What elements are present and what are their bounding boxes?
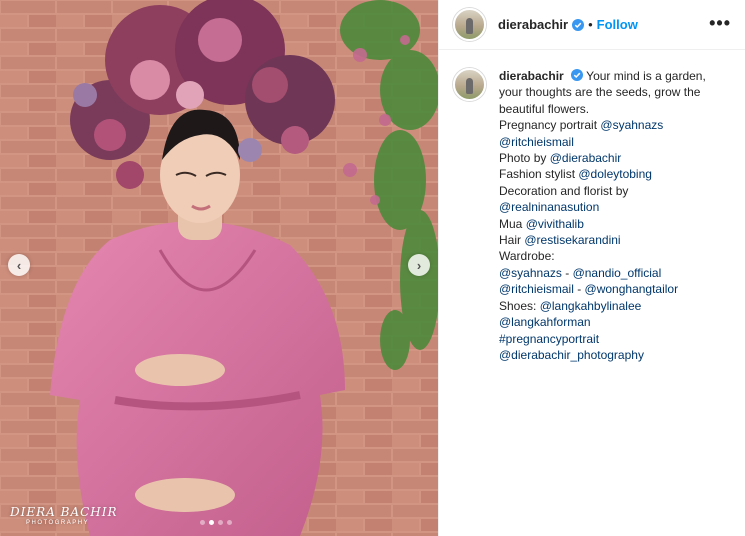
caption-label: Wardrobe: [499, 249, 555, 264]
caption-line: @ritchieismail [499, 134, 731, 150]
verified-badge-icon [572, 18, 585, 31]
post-photo[interactable]: ‹ › DIERA BACHIR PHOTOGRAPHY [0, 0, 438, 536]
more-options-icon[interactable]: ••• [709, 14, 731, 32]
mention-link[interactable]: @syahnazs [499, 266, 562, 280]
photo-illustration [0, 0, 438, 536]
verified-badge-icon [571, 69, 584, 81]
caption-label: Fashion stylist [499, 167, 576, 182]
watermark-name: DIERA BACHIR [10, 505, 118, 519]
caption-line: @realninanasution [499, 199, 731, 215]
slide-dot [200, 520, 205, 525]
mention-link[interactable]: @vivithalib [526, 217, 584, 231]
slide-dot-active [209, 520, 214, 525]
caption-line: Hair @restisekarandini [499, 232, 731, 248]
caption-line: @dierabachir_photography [499, 347, 731, 363]
mention-link[interactable]: @syahnazs [600, 118, 663, 132]
mention-link[interactable]: @langkahforman [499, 315, 591, 329]
caption-line: Pregnancy portrait @syahnazs [499, 117, 731, 133]
caption-line: #pregnancyportrait [499, 331, 731, 347]
mention-link[interactable]: @dierabachir_photography [499, 348, 644, 362]
next-slide-button[interactable]: › [408, 254, 430, 276]
previous-slide-button[interactable]: ‹ [8, 254, 30, 276]
post-side-panel: dierabachir • Follow ••• dierabachir You… [438, 0, 745, 536]
caption-label: Shoes: [499, 298, 537, 313]
caption-line: Fashion stylist @doleytobing [499, 166, 731, 182]
caption-text: dierabachir Your mind is a garden, your … [499, 68, 731, 363]
photo-watermark: DIERA BACHIR PHOTOGRAPHY [10, 505, 118, 526]
caption-line: Decoration and florist by [499, 183, 731, 199]
mention-link[interactable]: @ritchieismail [499, 282, 574, 296]
caption-comment: dierabachir Your mind is a garden, your … [439, 50, 745, 363]
dash-separator: - [573, 282, 585, 297]
caption-label: Decoration and florist by [499, 183, 629, 198]
mention-link[interactable]: @ritchieismail [499, 135, 574, 149]
mention-link[interactable]: @langkahbylinalee [540, 299, 642, 313]
mention-link[interactable]: @realninanasution [499, 200, 599, 214]
caption-line: Mua @vivithalib [499, 216, 731, 232]
mention-link[interactable]: @restisekarandini [524, 233, 620, 247]
caption-line: @syahnazs - @nandio_official [499, 265, 731, 281]
caption-line: Shoes: @langkahbylinalee [499, 298, 731, 314]
avatar[interactable] [453, 68, 486, 101]
caption-line: Photo by @dierabachir [499, 150, 731, 166]
chevron-right-icon: › [416, 257, 422, 273]
mention-link[interactable]: @wonghangtailor [585, 282, 679, 296]
slide-indicator [200, 520, 232, 525]
mention-link[interactable]: @nandio_official [573, 266, 662, 280]
caption-line: @langkahforman [499, 314, 731, 330]
caption-label: Hair [499, 233, 522, 248]
chevron-left-icon: ‹ [16, 257, 22, 273]
caption-label: Pregnancy portrait [499, 118, 598, 133]
caption-label: Mua [499, 216, 523, 231]
header-username[interactable]: dierabachir [498, 17, 568, 32]
separator-dot: • [588, 17, 593, 32]
caption-username[interactable]: dierabachir [499, 69, 564, 83]
caption-line: @ritchieismail - @wonghangtailor [499, 281, 731, 297]
slide-dot [227, 520, 232, 525]
mention-link[interactable]: @dierabachir [550, 151, 622, 165]
caption-line: Wardrobe: [499, 248, 731, 264]
follow-button[interactable]: Follow [597, 17, 638, 32]
watermark-subtitle: PHOTOGRAPHY [26, 520, 90, 526]
caption-label: Photo by [499, 151, 547, 166]
dash-separator: - [561, 265, 573, 280]
slide-dot [218, 520, 223, 525]
hashtag-link[interactable]: #pregnancyportrait [499, 332, 599, 346]
post-header: dierabachir • Follow ••• [439, 0, 745, 50]
mention-link[interactable]: @doleytobing [578, 167, 652, 181]
avatar[interactable] [453, 8, 486, 41]
